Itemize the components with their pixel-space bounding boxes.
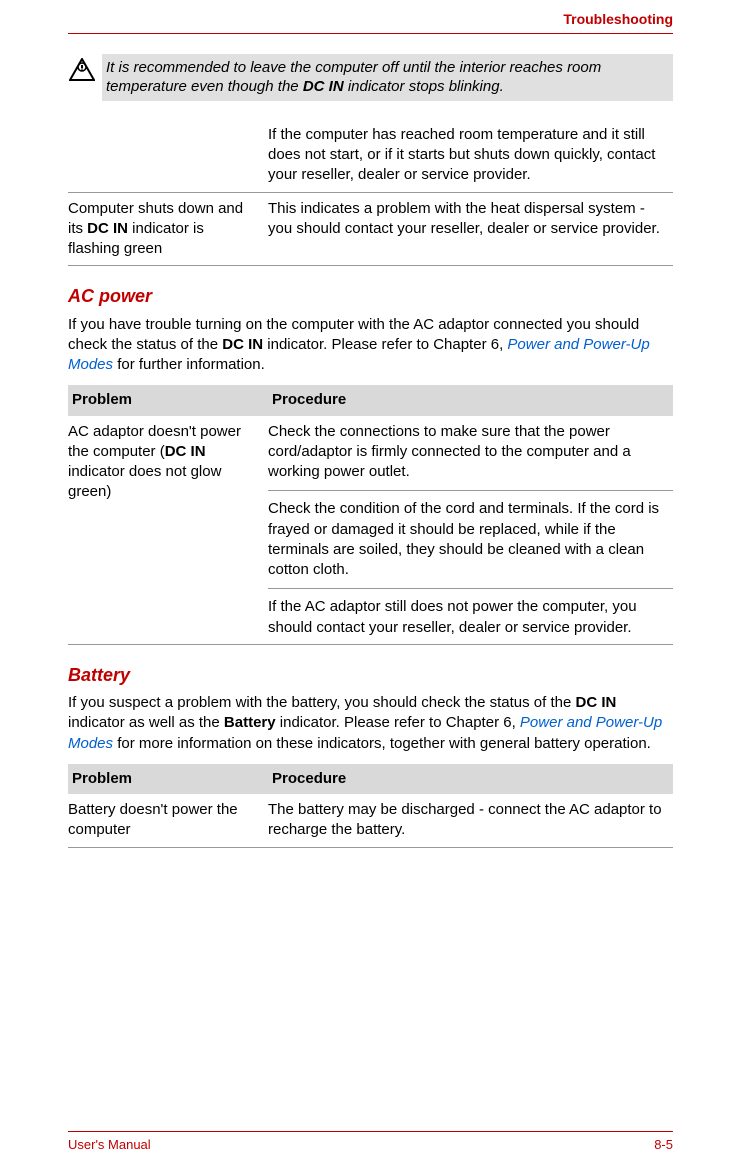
note-box: It is recommended to leave the computer … (68, 54, 673, 101)
note-text: It is recommended to leave the computer … (102, 54, 673, 101)
problem-text: Computer shuts down and its DC IN indica… (68, 199, 268, 260)
procedure-text: Check the condition of the cord and term… (268, 499, 673, 589)
problem-text: Battery doesn't power the computer (68, 800, 268, 841)
column-header-procedure: Procedure (268, 390, 673, 410)
warning-icon (68, 58, 96, 82)
table-header: Problem Procedure (68, 385, 673, 415)
battery-intro: If you suspect a problem with the batter… (68, 693, 673, 754)
column-header-problem: Problem (68, 390, 268, 410)
column-header-problem: Problem (68, 769, 268, 789)
column-header-procedure: Procedure (268, 769, 673, 789)
footer-left: User's Manual (68, 1136, 151, 1154)
table-row: Battery doesn't power the computer The b… (68, 794, 673, 848)
procedure-text: This indicates a problem with the heat d… (268, 199, 673, 260)
page-header: Troubleshooting (68, 10, 673, 34)
procedure-text: If the AC adaptor still does not power t… (268, 597, 673, 638)
page-footer: User's Manual 8-5 (68, 1131, 673, 1154)
ac-power-intro: If you have trouble turning on the compu… (68, 315, 673, 376)
table-row: AC adaptor doesn't power the computer (D… (68, 416, 673, 645)
procedure-text: If the computer has reached room tempera… (268, 125, 673, 186)
procedure-text: The battery may be discharged - connect … (268, 800, 673, 841)
table-header: Problem Procedure (68, 764, 673, 794)
table-row: Computer shuts down and its DC IN indica… (68, 193, 673, 267)
table-row: If the computer has reached room tempera… (68, 119, 673, 193)
procedure-text: Check the connections to make sure that … (268, 422, 673, 492)
problem-text: AC adaptor doesn't power the computer (D… (68, 422, 268, 638)
battery-heading: Battery (68, 663, 673, 687)
footer-right: 8-5 (654, 1136, 673, 1154)
ac-power-heading: AC power (68, 284, 673, 308)
